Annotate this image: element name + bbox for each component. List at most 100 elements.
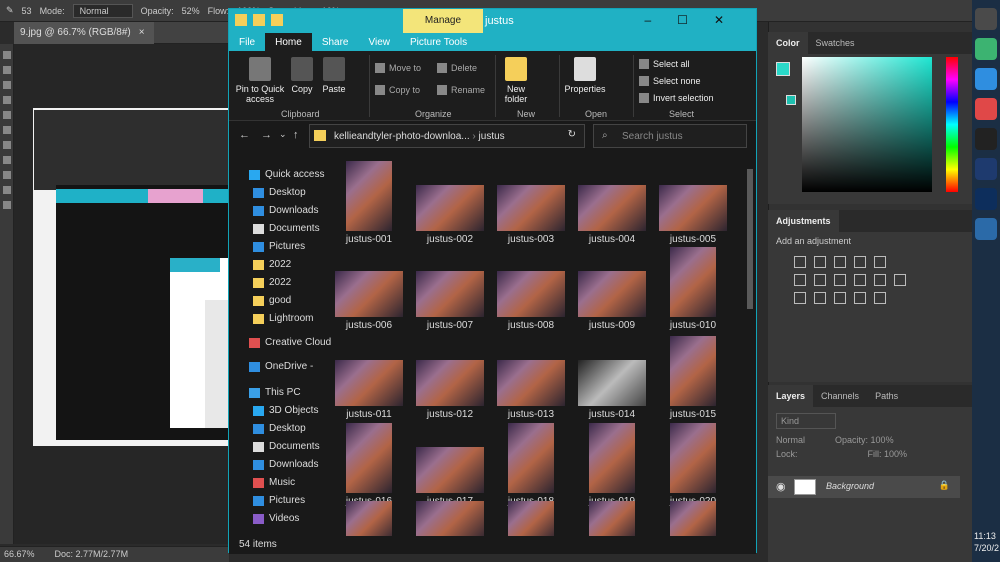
file-item[interactable]: justus-002 <box>410 161 490 245</box>
nav-item[interactable]: This PC <box>249 387 301 398</box>
file-item[interactable]: justus-014 <box>572 336 652 420</box>
new-folder-button[interactable]: New folder <box>499 57 533 104</box>
app-icon[interactable] <box>975 8 997 30</box>
vibrance-icon[interactable] <box>874 256 886 268</box>
nav-item[interactable]: Videos <box>253 513 299 524</box>
file-item[interactable]: justus-003 <box>491 161 571 245</box>
tab-view[interactable]: View <box>359 33 401 51</box>
mode-select[interactable]: Normal <box>72 3 133 18</box>
brightness-icon[interactable] <box>794 256 806 268</box>
visibility-eye-icon[interactable]: ◉ <box>776 480 786 493</box>
file-item[interactable]: justus-001 <box>329 161 409 245</box>
nav-item[interactable]: 2022 <box>253 277 291 288</box>
file-item[interactable]: justus-009 <box>572 247 652 331</box>
tab-channels[interactable]: Channels <box>813 385 867 407</box>
delete-button[interactable]: Delete <box>437 63 477 73</box>
fill-value[interactable]: 100% <box>884 449 907 459</box>
gradient-map-icon[interactable] <box>854 292 866 304</box>
nav-item[interactable]: Downloads <box>253 205 318 216</box>
file-item[interactable]: justus-008 <box>491 247 571 331</box>
crop-tool-icon[interactable] <box>3 96 11 104</box>
refresh-icon[interactable]: ↻ <box>568 129 576 140</box>
nav-item[interactable]: Lightroom <box>253 313 313 324</box>
manage-tab[interactable]: Manage <box>403 9 483 33</box>
tab-paths[interactable]: Paths <box>867 385 906 407</box>
eyedropper-tool-icon[interactable] <box>3 111 11 119</box>
levels-icon[interactable] <box>814 256 826 268</box>
selective-color-icon[interactable] <box>874 292 886 304</box>
file-item[interactable]: justus-016 <box>329 423 409 507</box>
chrome-icon[interactable] <box>975 38 997 60</box>
nav-item[interactable]: Pictures <box>253 241 305 252</box>
copy-button[interactable]: Copy <box>287 57 317 94</box>
tab-swatches[interactable]: Swatches <box>808 32 863 54</box>
file-item[interactable]: justus-011 <box>329 336 409 420</box>
blend-mode-select[interactable]: Normal <box>776 435 805 445</box>
nav-item[interactable]: OneDrive - <box>249 361 313 372</box>
file-item[interactable]: justus-015 <box>653 336 733 420</box>
tab-picture-tools[interactable]: Picture Tools <box>400 33 477 51</box>
type-tool-icon[interactable] <box>3 186 11 194</box>
hue-slider[interactable] <box>946 57 958 192</box>
stamp-tool-icon[interactable] <box>3 141 11 149</box>
close-icon[interactable]: × <box>139 27 145 38</box>
maximize-icon[interactable]: ☐ <box>677 13 714 27</box>
exposure-icon[interactable] <box>854 256 866 268</box>
move-to-button[interactable]: Move to <box>375 63 421 73</box>
file-item[interactable] <box>491 501 571 539</box>
color-lookup-icon[interactable] <box>894 274 906 286</box>
file-item[interactable] <box>410 501 490 539</box>
hue-saturation-icon[interactable] <box>794 274 806 286</box>
clock-date[interactable]: 7/20/2 <box>974 542 999 554</box>
nav-item[interactable]: Desktop <box>253 187 306 198</box>
file-item[interactable]: justus-012 <box>410 336 490 420</box>
invert-selection-button[interactable]: Invert selection <box>639 93 714 103</box>
edge-icon[interactable] <box>975 68 997 90</box>
file-item[interactable]: justus-006 <box>329 247 409 331</box>
threshold-icon[interactable] <box>834 292 846 304</box>
opacity-value[interactable]: 52% <box>182 6 200 16</box>
recent-chevron-icon[interactable]: ⌄ <box>279 129 287 140</box>
file-item[interactable]: justus-019 <box>572 423 652 507</box>
curves-icon[interactable] <box>834 256 846 268</box>
rename-button[interactable]: Rename <box>437 85 485 95</box>
file-item[interactable]: justus-007 <box>410 247 490 331</box>
paste-button[interactable]: Paste <box>319 57 349 94</box>
pin-quick-access-button[interactable]: Pin to Quick access <box>233 57 287 104</box>
new-folder-icon[interactable] <box>271 14 283 26</box>
tab-layers[interactable]: Layers <box>768 385 814 407</box>
nav-item[interactable]: Pictures <box>253 495 305 506</box>
layer-kind-filter[interactable]: Kind <box>776 413 836 429</box>
eraser-tool-icon[interactable] <box>3 156 11 164</box>
color-picker-field[interactable] <box>802 57 932 192</box>
file-item[interactable]: justus-004 <box>572 161 652 245</box>
file-item[interactable]: justus-005 <box>653 161 733 245</box>
brush-icon[interactable]: ✎ <box>6 5 14 16</box>
folder-icon[interactable] <box>235 14 247 26</box>
scrollbar-thumb[interactable] <box>747 169 753 309</box>
forward-arrow-icon[interactable]: → <box>261 129 272 141</box>
file-item[interactable] <box>329 501 409 539</box>
background-color-swatch[interactable] <box>786 95 796 105</box>
address-bar[interactable]: kellieandtyler-photo-downloa... › justus… <box>309 124 585 148</box>
brush-size[interactable]: 53 <box>22 6 32 16</box>
posterize-icon[interactable] <box>814 292 826 304</box>
nav-item[interactable]: Music <box>253 477 295 488</box>
clock-time[interactable]: 11:13 <box>974 530 999 542</box>
nav-item[interactable]: Quick access <box>249 169 324 180</box>
foreground-color-swatch[interactable] <box>776 62 790 76</box>
nav-item[interactable]: good <box>253 295 291 306</box>
properties-button[interactable]: Properties <box>563 57 607 94</box>
channel-mixer-icon[interactable] <box>874 274 886 286</box>
nav-item[interactable]: Downloads <box>253 459 318 470</box>
file-item[interactable]: justus-018 <box>491 423 571 507</box>
chrome-red-icon[interactable] <box>975 98 997 120</box>
ps-document-tab[interactable]: 9.jpg @ 66.7% (RGB/8#) × <box>14 22 154 44</box>
breadcrumb-parent[interactable]: kellieandtyler-photo-downloa... <box>334 131 470 142</box>
color-balance-icon[interactable] <box>814 274 826 286</box>
file-item[interactable] <box>653 501 733 539</box>
nav-item[interactable]: Desktop <box>253 423 306 434</box>
file-item[interactable]: justus-010 <box>653 247 733 331</box>
file-item[interactable] <box>572 501 652 539</box>
photoshop-icon[interactable] <box>975 188 997 210</box>
